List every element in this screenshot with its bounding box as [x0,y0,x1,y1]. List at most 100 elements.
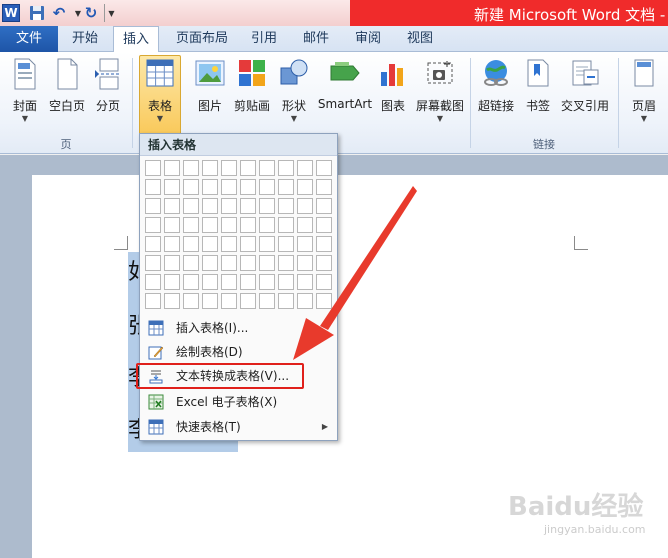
grid-cell[interactable] [164,293,180,309]
grid-cell[interactable] [316,217,332,233]
grid-cell[interactable] [278,217,294,233]
grid-cell[interactable] [259,293,275,309]
grid-cell[interactable] [278,255,294,271]
grid-cell[interactable] [259,179,275,195]
grid-cell[interactable] [164,179,180,195]
tab-review[interactable]: 审阅 [348,26,388,52]
page-break-button[interactable]: 分页 [86,56,130,130]
grid-cell[interactable] [297,236,313,252]
grid-cell[interactable] [202,217,218,233]
grid-cell[interactable] [240,255,256,271]
grid-cell[interactable] [221,293,237,309]
grid-cell[interactable] [164,255,180,271]
tab-view[interactable]: 视图 [400,26,440,52]
grid-cell[interactable] [183,160,199,176]
grid-cell[interactable] [297,217,313,233]
save-icon[interactable] [28,4,46,22]
header-button[interactable]: 页眉 ▼ [622,56,666,130]
grid-cell[interactable] [221,179,237,195]
grid-cell[interactable] [145,179,161,195]
word-logo-icon[interactable]: W [2,4,20,22]
customize-qat-icon[interactable]: ▼ [104,4,118,22]
grid-cell[interactable] [297,160,313,176]
tab-home[interactable]: 开始 [62,26,108,52]
grid-cell[interactable] [259,217,275,233]
grid-cell[interactable] [145,198,161,214]
grid-cell[interactable] [202,236,218,252]
grid-cell[interactable] [183,198,199,214]
chart-button[interactable]: 图表 [371,56,415,130]
grid-cell[interactable] [259,198,275,214]
table-button[interactable]: 表格 ▼ [139,55,181,135]
grid-cell[interactable] [316,179,332,195]
quick-tables-menu-item[interactable]: 快速表格(T) ▶ [142,415,336,439]
grid-cell[interactable] [145,255,161,271]
grid-cell[interactable] [145,160,161,176]
grid-cell[interactable] [164,217,180,233]
tab-file[interactable]: 文件 [0,26,58,52]
cover-page-button[interactable]: 封面 ▼ [3,56,47,130]
grid-cell[interactable] [183,255,199,271]
grid-cell[interactable] [164,274,180,290]
grid-cell[interactable] [259,274,275,290]
grid-cell[interactable] [278,274,294,290]
grid-cell[interactable] [240,236,256,252]
insert-table-menu-item[interactable]: 插入表格(I)... [142,316,336,340]
grid-cell[interactable] [297,274,313,290]
grid-cell[interactable] [278,179,294,195]
clip-art-button[interactable]: 剪贴画 [230,56,274,130]
blank-page-button[interactable]: 空白页 [45,56,89,130]
smartart-button[interactable]: SmartArt [318,56,372,130]
grid-cell[interactable] [259,255,275,271]
grid-cell[interactable] [278,160,294,176]
grid-cell[interactable] [278,198,294,214]
grid-cell[interactable] [202,293,218,309]
grid-cell[interactable] [221,274,237,290]
grid-cell[interactable] [202,179,218,195]
grid-cell[interactable] [297,179,313,195]
tab-mailings[interactable]: 邮件 [296,26,336,52]
grid-cell[interactable] [183,236,199,252]
grid-cell[interactable] [183,293,199,309]
grid-cell[interactable] [297,198,313,214]
grid-cell[interactable] [240,198,256,214]
grid-cell[interactable] [259,236,275,252]
grid-cell[interactable] [145,274,161,290]
tab-references[interactable]: 引用 [244,26,284,52]
draw-table-menu-item[interactable]: 绘制表格(D) [142,340,336,364]
redo-icon[interactable]: ↻ [82,4,100,22]
grid-cell[interactable] [145,217,161,233]
grid-cell[interactable] [221,198,237,214]
grid-cell[interactable] [316,198,332,214]
grid-cell[interactable] [240,293,256,309]
grid-cell[interactable] [316,274,332,290]
screenshot-button[interactable]: 屏幕截图 ▼ [416,56,464,130]
grid-cell[interactable] [183,274,199,290]
grid-cell[interactable] [240,160,256,176]
grid-cell[interactable] [164,160,180,176]
grid-cell[interactable] [221,236,237,252]
grid-cell[interactable] [278,236,294,252]
bookmark-button[interactable]: 书签 [516,56,560,130]
tab-page-layout[interactable]: 页面布局 [168,26,236,52]
grid-cell[interactable] [221,217,237,233]
grid-cell[interactable] [240,217,256,233]
grid-cell[interactable] [297,293,313,309]
grid-cell[interactable] [278,293,294,309]
grid-cell[interactable] [202,255,218,271]
table-size-grid[interactable] [145,160,332,309]
grid-cell[interactable] [240,274,256,290]
grid-cell[interactable] [145,293,161,309]
grid-cell[interactable] [259,160,275,176]
grid-cell[interactable] [202,160,218,176]
tab-insert[interactable]: 插入 [113,26,159,53]
grid-cell[interactable] [221,160,237,176]
grid-cell[interactable] [221,255,237,271]
grid-cell[interactable] [202,198,218,214]
grid-cell[interactable] [316,160,332,176]
grid-cell[interactable] [316,293,332,309]
hyperlink-button[interactable]: 超链接 [474,56,518,130]
grid-cell[interactable] [145,236,161,252]
excel-spreadsheet-menu-item[interactable]: Excel 电子表格(X) [142,390,336,414]
grid-cell[interactable] [183,179,199,195]
